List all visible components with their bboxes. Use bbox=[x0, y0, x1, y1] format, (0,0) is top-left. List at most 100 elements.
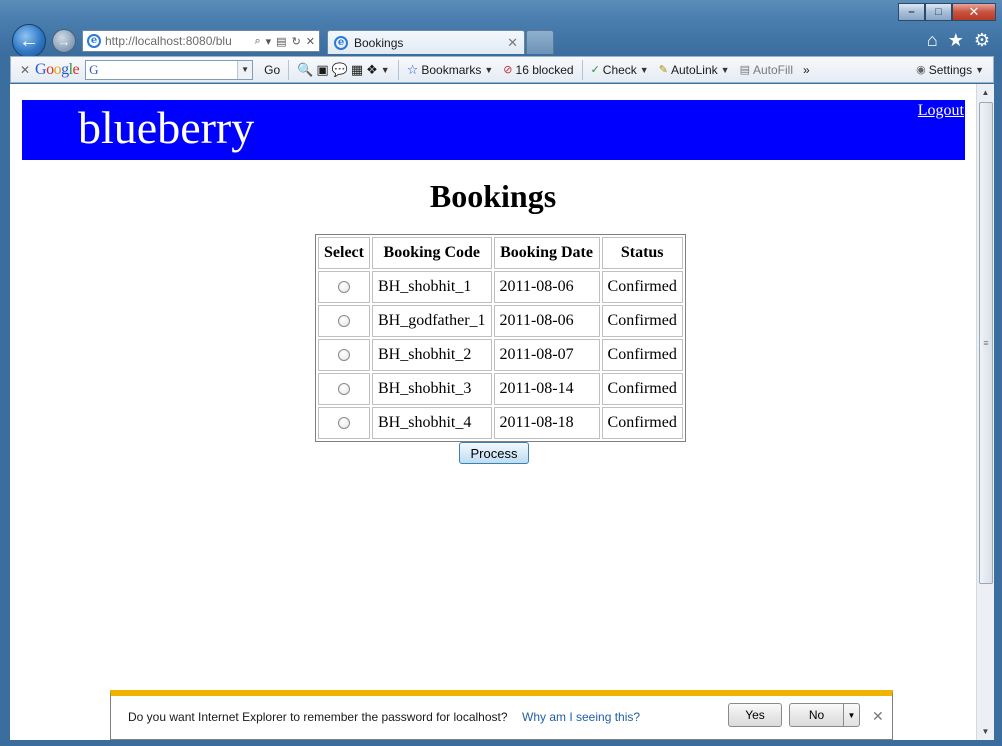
table-row: BH_shobhit_1 2011-08-06 Confirmed bbox=[318, 271, 683, 303]
logout-link[interactable]: Logout bbox=[918, 102, 964, 120]
password-notification-bar: Do you want Internet Explorer to remembe… bbox=[110, 690, 893, 740]
autofill-label: AutoFill bbox=[752, 62, 793, 77]
settings-menu[interactable]: ◉ Settings ▼ bbox=[911, 57, 989, 82]
autolink-button[interactable]: ✎ AutoLink ▼ bbox=[654, 57, 735, 82]
scrollbar-thumb[interactable]: ≡ bbox=[979, 102, 993, 584]
settings-label: Settings bbox=[928, 62, 973, 77]
google-logo[interactable]: Google bbox=[35, 61, 80, 79]
blocked-label: 16 blocked bbox=[515, 62, 574, 77]
select-cell bbox=[318, 305, 370, 337]
column-header-status: Status bbox=[601, 237, 683, 269]
autofill-button[interactable]: ▤ AutoFill bbox=[735, 57, 798, 82]
chevron-down-icon: ▼ bbox=[639, 64, 649, 75]
compatibility-view-icon[interactable]: ▤ bbox=[276, 35, 286, 48]
select-radio[interactable] bbox=[338, 281, 350, 294]
magic-wand-icon: ✎ bbox=[658, 64, 668, 76]
star-outline-icon: ☆ bbox=[406, 61, 419, 77]
scroll-up-arrow-icon[interactable]: ▲ bbox=[977, 84, 994, 101]
close-notification-icon[interactable]: ✕ bbox=[872, 708, 884, 725]
chat-icon[interactable]: 💬 bbox=[332, 62, 348, 78]
remember-yes-button[interactable]: Yes bbox=[728, 703, 782, 727]
status-cell: Confirmed bbox=[601, 305, 683, 337]
dropdown-arrow-icon[interactable]: ▾ bbox=[266, 35, 272, 48]
select-cell bbox=[318, 271, 370, 303]
spellcheck-button[interactable]: ✓ Check ▼ bbox=[586, 57, 654, 82]
chevron-down-icon: ▼ bbox=[484, 64, 494, 75]
tab-close-icon[interactable]: ✕ bbox=[507, 35, 524, 51]
more-tools-button[interactable]: » bbox=[798, 57, 815, 82]
new-tab-button[interactable] bbox=[526, 30, 554, 54]
status-cell: Confirmed bbox=[601, 407, 683, 439]
forward-button[interactable]: → bbox=[52, 29, 76, 53]
address-bar[interactable]: e http://localhost:8080/blu ⌕ ▾ ▤ ↻ ✕ bbox=[82, 30, 320, 52]
bookmarks-label: Bookmarks bbox=[421, 62, 482, 77]
go-button[interactable]: Go bbox=[259, 57, 285, 82]
table-row: BH_godfather_1 2011-08-06 Confirmed bbox=[318, 305, 683, 337]
booking-date-cell: 2011-08-18 bbox=[493, 407, 600, 439]
site-brand: blueberry bbox=[78, 102, 255, 153]
google-search-input[interactable]: G ▼ bbox=[85, 59, 254, 80]
autolink-label: AutoLink bbox=[670, 62, 718, 77]
news-icon[interactable]: ▦ bbox=[351, 62, 363, 78]
booking-date-cell: 2011-08-07 bbox=[493, 339, 600, 371]
tab-bookings[interactable]: e Bookings ✕ bbox=[327, 30, 525, 54]
close-toolbar-icon[interactable]: ✕ bbox=[15, 63, 35, 77]
chevron-down-icon[interactable]: ▼ bbox=[381, 65, 390, 75]
booking-date-cell: 2011-08-06 bbox=[493, 305, 600, 337]
browser-command-icons: ⌂ ★ ⚙ bbox=[927, 30, 990, 51]
toolbar-divider bbox=[288, 59, 290, 80]
favorites-star-icon[interactable]: ★ bbox=[948, 30, 964, 51]
column-header-booking-code: Booking Code bbox=[372, 237, 492, 269]
booking-code-cell: BH_shobhit_2 bbox=[372, 339, 492, 371]
search-dropdown-icon[interactable]: ▼ bbox=[237, 60, 253, 79]
remember-no-button[interactable]: No bbox=[789, 703, 844, 727]
back-button[interactable]: ← bbox=[12, 24, 46, 58]
more-chevron-icon: » bbox=[802, 62, 810, 77]
chevron-down-icon: ▼ bbox=[975, 64, 984, 75]
why-seeing-this-link[interactable]: Why am I seeing this? bbox=[522, 710, 640, 724]
no-options-dropdown-icon[interactable]: ▼ bbox=[843, 703, 860, 727]
notification-message: Do you want Internet Explorer to remembe… bbox=[128, 710, 508, 724]
column-header-select: Select bbox=[318, 237, 370, 269]
select-radio[interactable] bbox=[338, 349, 350, 362]
google-g-icon: G bbox=[89, 61, 99, 77]
popup-blocker-button[interactable]: ⊘ 16 blocked bbox=[498, 57, 578, 82]
table-row: BH_shobhit_3 2011-08-14 Confirmed bbox=[318, 373, 683, 405]
spellcheck-icon: ✓ bbox=[590, 64, 600, 76]
table-header-row: Select Booking Code Booking Date Status bbox=[318, 237, 683, 269]
home-icon[interactable]: ⌂ bbox=[927, 30, 938, 51]
select-cell bbox=[318, 339, 370, 371]
scroll-down-arrow-icon[interactable]: ▼ bbox=[977, 723, 994, 740]
process-button[interactable]: Process bbox=[459, 442, 529, 464]
refresh-icon[interactable]: ↻ bbox=[292, 35, 301, 48]
window-controls: – □ ✕ bbox=[898, 3, 996, 21]
select-radio[interactable] bbox=[338, 315, 350, 328]
bookmarks-menu[interactable]: ☆ Bookmarks ▼ bbox=[402, 57, 499, 82]
minimize-button[interactable]: – bbox=[898, 3, 925, 21]
booking-date-cell: 2011-08-06 bbox=[493, 271, 600, 303]
image-search-icon[interactable]: ▣ bbox=[316, 62, 328, 78]
window-bottom-border bbox=[0, 740, 1002, 746]
chevron-down-icon: ▼ bbox=[720, 64, 730, 75]
tools-gear-icon[interactable]: ⚙ bbox=[974, 30, 990, 51]
maximize-button[interactable]: □ bbox=[925, 3, 952, 21]
booking-code-cell: BH_shobhit_1 bbox=[372, 271, 492, 303]
page-viewport: blueberry Logout Bookings Select Booking… bbox=[10, 84, 976, 740]
select-cell bbox=[318, 373, 370, 405]
vertical-scrollbar[interactable]: ▲ ≡ ▼ bbox=[976, 84, 994, 740]
booking-code-cell: BH_shobhit_3 bbox=[372, 373, 492, 405]
site-header-banner: blueberry Logout bbox=[22, 100, 965, 160]
address-url[interactable]: http://localhost:8080/blu bbox=[105, 34, 250, 48]
status-cell: Confirmed bbox=[601, 339, 683, 371]
close-window-button[interactable]: ✕ bbox=[952, 3, 996, 21]
magnifier-icon[interactable]: 🔍 bbox=[297, 62, 313, 78]
select-radio[interactable] bbox=[338, 383, 350, 396]
gadget-icon[interactable]: ❖ bbox=[366, 62, 378, 78]
select-radio[interactable] bbox=[338, 417, 350, 430]
form-icon: ▤ bbox=[739, 64, 750, 76]
tab-favicon-icon: e bbox=[334, 35, 348, 50]
search-icon[interactable]: ⌕ bbox=[254, 35, 260, 48]
stop-icon[interactable]: ✕ bbox=[306, 35, 315, 48]
booking-code-cell: BH_shobhit_4 bbox=[372, 407, 492, 439]
status-cell: Confirmed bbox=[601, 373, 683, 405]
